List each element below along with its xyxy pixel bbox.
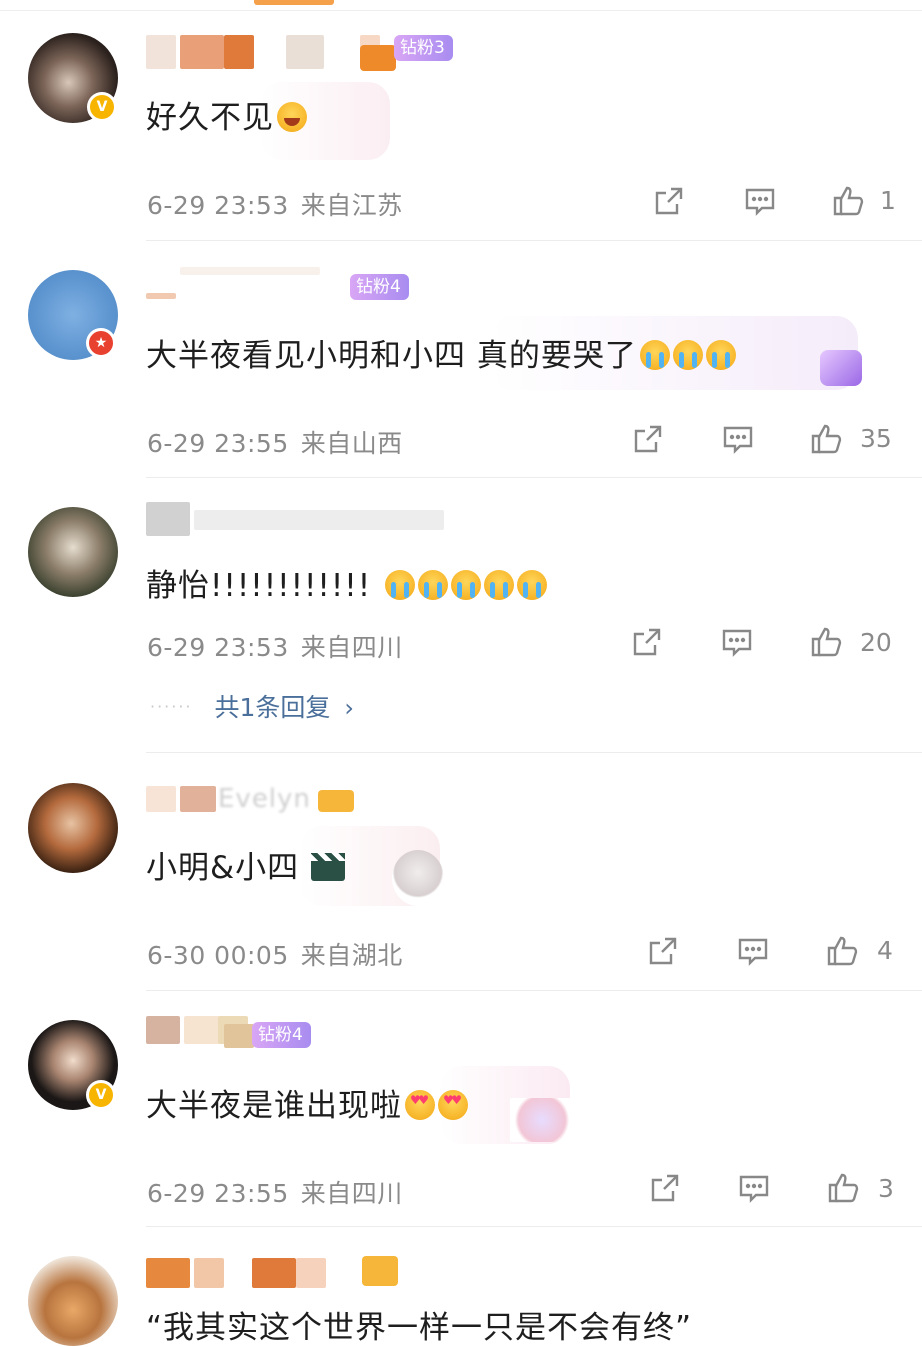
active-tab-indicator — [254, 0, 334, 5]
chevron-right-icon: › — [344, 694, 355, 722]
thumbs-up-icon[interactable] — [828, 181, 868, 221]
avatar[interactable] — [28, 783, 118, 873]
like-count: 20 — [860, 628, 892, 657]
laugh-emoji-icon — [277, 102, 307, 132]
clapperboard-emoji-icon — [311, 853, 346, 881]
crying-emoji-icon — [484, 570, 514, 600]
thumbs-up-icon[interactable] — [823, 1168, 863, 1208]
crying-emoji-icon — [705, 340, 736, 370]
comment-meta: 6-29 23:53 来自江苏 — [147, 191, 403, 220]
divider — [146, 752, 922, 753]
view-replies-link[interactable]: ······ 共1条回复 › — [150, 688, 354, 724]
thumbs-up-icon[interactable] — [822, 931, 862, 971]
forward-icon[interactable] — [649, 181, 689, 221]
comment-meta: 6-29 23:55 来自山西 — [147, 429, 403, 458]
verified-v-badge: V — [86, 1080, 116, 1110]
comment-text: 大半夜看见小明和小四 真的要哭了 — [146, 330, 736, 375]
reply-count-label: 共1条回复 — [214, 693, 331, 722]
like-count: 4 — [877, 936, 893, 965]
crown-icon — [360, 45, 396, 71]
comment-text: 大半夜是谁出现啦 — [146, 1080, 468, 1125]
divider — [146, 990, 922, 991]
thumbs-up-icon[interactable] — [806, 419, 846, 459]
forward-icon[interactable] — [627, 622, 667, 662]
comment-text: 好久不见 — [146, 92, 307, 137]
crown-icon — [318, 790, 354, 812]
forward-icon[interactable] — [643, 931, 683, 971]
forward-icon[interactable] — [628, 419, 668, 459]
forward-icon[interactable] — [645, 1168, 685, 1208]
comment-icon[interactable] — [734, 1168, 774, 1208]
crying-emoji-icon — [451, 570, 481, 600]
username-blurred — [224, 1024, 254, 1048]
comment-icon[interactable] — [717, 622, 757, 662]
like-count: 3 — [878, 1174, 894, 1203]
comment-text: 静怡!!!!!!!!!!!! — [146, 560, 547, 605]
crying-emoji-icon — [385, 570, 415, 600]
fan-level-tag: 钻粉3 — [394, 35, 453, 61]
username-partial: Evelyn — [218, 784, 311, 814]
like-count: 1 — [880, 186, 896, 215]
comment-icon[interactable] — [740, 181, 780, 221]
fan-level-tag: 钻粉4 — [350, 274, 409, 300]
comment-text: “我其实这个世界一样一只是不会有终” — [146, 1310, 693, 1346]
avatar[interactable] — [28, 507, 118, 597]
sticker-icon — [510, 1098, 574, 1142]
divider — [146, 240, 922, 241]
comment-meta: 6-29 23:53 来自四川 — [147, 633, 403, 662]
crying-emoji-icon — [517, 570, 547, 600]
divider — [146, 1226, 922, 1227]
comment-meta: 6-30 00:05 来自湖北 — [147, 941, 403, 970]
heart-eyes-emoji-icon — [405, 1090, 435, 1120]
divider — [146, 477, 922, 478]
fan-level-tag: 钻粉4 — [252, 1022, 311, 1048]
avatar[interactable] — [28, 1256, 118, 1346]
crying-emoji-icon — [639, 340, 670, 370]
comment-icon[interactable] — [733, 931, 773, 971]
thumbs-up-icon[interactable] — [806, 622, 846, 662]
crying-emoji-icon — [672, 340, 703, 370]
crown-icon — [362, 1256, 398, 1286]
like-count: 35 — [860, 424, 892, 453]
reply-dots: ······ — [150, 697, 193, 716]
comment-icon[interactable] — [718, 419, 758, 459]
sticker-character-icon — [392, 850, 444, 906]
comment-text: 小明&小四 — [146, 842, 346, 887]
diamond-icon — [820, 350, 862, 386]
crying-emoji-icon — [418, 570, 448, 600]
verified-v-badge: V — [87, 92, 117, 122]
top-divider — [0, 10, 922, 11]
comment-meta: 6-29 23:55 来自四川 — [147, 1179, 403, 1208]
heart-eyes-emoji-icon — [438, 1090, 468, 1120]
red-star-badge: ★ — [86, 328, 116, 358]
